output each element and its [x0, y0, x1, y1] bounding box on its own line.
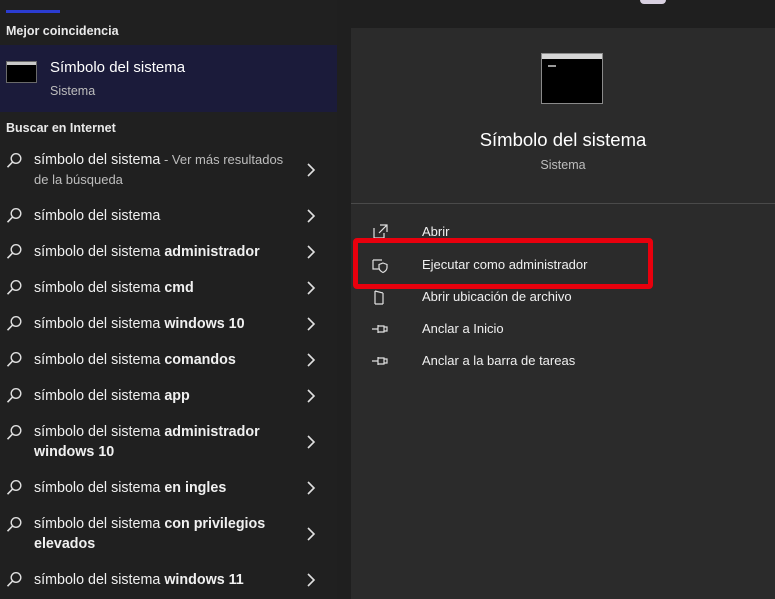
highlight-box [353, 238, 653, 289]
action-label: Anclar a Inicio [422, 321, 504, 336]
search-icon [6, 387, 22, 403]
web-result-item[interactable]: símbolo del sistema - Ver más resultados… [0, 150, 337, 190]
web-result-item[interactable]: símbolo del sistema comandos [0, 350, 337, 370]
chevron-right-icon[interactable] [306, 526, 316, 542]
web-result-item[interactable]: símbolo del sistema windows 11 [0, 570, 337, 590]
web-result-text: símbolo del sistema con privilegios elev… [34, 516, 266, 552]
best-match-subtitle: Sistema [50, 84, 96, 98]
pin-icon [372, 325, 388, 333]
chevron-right-icon[interactable] [306, 162, 316, 178]
action-pin-start[interactable]: Anclar a Inicio [371, 318, 751, 340]
results-pane: Mejor coincidencia Símbolo del sistema S… [0, 0, 337, 599]
detail-subtitle: Sistema [540, 158, 586, 172]
web-result-text: símbolo del sistema administrador [34, 244, 260, 260]
web-search-heading: Buscar en Internet [6, 121, 116, 135]
web-result-item[interactable]: símbolo del sistema administrador [0, 242, 337, 262]
web-result-item[interactable]: símbolo del sistema en ingles [0, 478, 337, 498]
command-prompt-icon [541, 53, 603, 104]
search-icon [6, 424, 22, 440]
web-result-text: símbolo del sistema - Ver más resultados… [34, 152, 284, 187]
tab-indicator [6, 10, 60, 13]
web-result-text: símbolo del sistema windows 10 [34, 316, 245, 332]
web-result-item[interactable]: símbolo del sistema windows 10 [0, 314, 337, 334]
search-icon [6, 516, 22, 532]
web-result-item[interactable]: símbolo del sistema administrador window… [0, 422, 337, 462]
web-result-text: símbolo del sistema [34, 208, 161, 224]
chevron-right-icon[interactable] [306, 244, 316, 260]
action-pin-taskbar[interactable]: Anclar a la barra de tareas [371, 350, 751, 372]
chevron-right-icon[interactable] [306, 480, 316, 496]
command-prompt-icon [6, 61, 37, 83]
chevron-right-icon[interactable] [306, 352, 316, 368]
folder-icon [374, 290, 384, 305]
best-match-heading: Mejor coincidencia [6, 24, 119, 38]
search-icon [6, 279, 22, 295]
chevron-right-icon[interactable] [306, 572, 316, 588]
web-result-item[interactable]: símbolo del sistema con privilegios elev… [0, 514, 337, 554]
best-match-item[interactable]: Símbolo del sistema Sistema [0, 45, 337, 112]
web-result-text: símbolo del sistema cmd [34, 280, 194, 296]
detail-pane: Símbolo del sistema Sistema Abrir Ejecut… [337, 0, 775, 599]
web-result-item[interactable]: símbolo del sistema cmd [0, 278, 337, 298]
chevron-right-icon[interactable] [306, 434, 316, 450]
chevron-right-icon[interactable] [306, 388, 316, 404]
search-icon [6, 571, 22, 587]
web-result-text: símbolo del sistema en ingles [34, 480, 227, 496]
action-open-file-location[interactable]: Abrir ubicación de archivo [371, 286, 751, 308]
search-icon [6, 479, 22, 495]
detail-panel: Símbolo del sistema Sistema Abrir Ejecut… [351, 28, 775, 599]
search-icon [6, 152, 22, 168]
action-label: Abrir [422, 224, 450, 239]
web-result-item[interactable]: símbolo del sistema app [0, 386, 337, 406]
search-icon [6, 243, 22, 259]
web-result-text: símbolo del sistema app [34, 388, 190, 404]
web-result-text: símbolo del sistema windows 11 [34, 572, 244, 588]
action-label: Abrir ubicación de archivo [422, 289, 572, 304]
search-icon [6, 351, 22, 367]
web-result-text: símbolo del sistema administrador window… [34, 424, 260, 460]
search-icon [6, 207, 22, 223]
pin-icon [372, 357, 388, 365]
chevron-right-icon[interactable] [306, 316, 316, 332]
chevron-right-icon[interactable] [306, 208, 316, 224]
search-icon [6, 315, 22, 331]
best-match-title: Símbolo del sistema [50, 59, 186, 76]
detail-title: Símbolo del sistema [479, 129, 647, 150]
avatar [640, 0, 666, 4]
divider [351, 203, 775, 204]
chevron-right-icon[interactable] [306, 280, 316, 296]
web-result-item[interactable]: símbolo del sistema [0, 206, 337, 226]
web-result-text: símbolo del sistema comandos [34, 352, 236, 368]
action-label: Anclar a la barra de tareas [422, 353, 576, 368]
